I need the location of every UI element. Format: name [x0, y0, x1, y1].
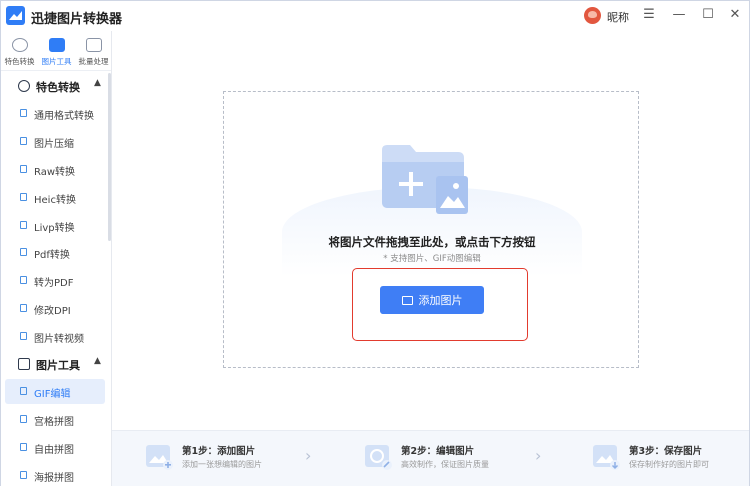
top-tabs: 特色转换 图片工具 批量处理	[1, 31, 111, 71]
tab-image-tools[interactable]: 图片工具	[38, 35, 75, 67]
sidebar-item-label: 图片转视频	[34, 334, 84, 345]
tab-label: 批量处理	[78, 57, 109, 66]
step-desc: 高效制作，保证图片质量	[401, 460, 489, 469]
chevron-right-icon: ›	[535, 446, 542, 465]
item-icon	[20, 193, 27, 201]
folder-image-icon	[382, 145, 468, 214]
step-desc: 添加一张想编辑的图片	[182, 460, 262, 469]
swap-icon	[11, 38, 28, 52]
item-icon	[20, 415, 27, 423]
sidebar-item-dpi[interactable]: 修改DPI	[5, 296, 105, 321]
sidebar-item-label: Heic转换	[34, 195, 76, 206]
item-icon	[20, 387, 27, 395]
app-title: 迅捷图片转换器	[31, 12, 123, 27]
item-icon	[20, 332, 27, 340]
minimize-button[interactable]: —	[669, 5, 689, 25]
section-label: 图片工具	[36, 359, 80, 372]
batch-icon	[85, 38, 102, 52]
sidebar-item-label: Pdf转换	[34, 250, 70, 261]
steps-bar: 第1步：添加图片 添加一张想编辑的图片 › 第2步：编辑图片 高效制作，保证图片…	[112, 430, 749, 486]
section-label: 特色转换	[36, 81, 80, 94]
sidebar-item-to-pdf[interactable]: 转为PDF	[5, 268, 105, 293]
sidebar-item-gif-edit[interactable]: GIF编辑	[5, 379, 105, 404]
sidebar-item-label: 转为PDF	[34, 278, 74, 289]
section-image-tools[interactable]: 图片工具 ▲	[1, 351, 109, 377]
app-logo-icon	[6, 6, 25, 25]
sidebar-item-pdf[interactable]: Pdf转换	[5, 240, 105, 265]
sidebar-item-label: 图片压缩	[34, 139, 74, 150]
item-icon	[20, 471, 27, 479]
sidebar-item-label: GIF编辑	[34, 389, 71, 400]
step-title: 第1步：添加图片	[182, 446, 256, 457]
image-tool-icon	[48, 38, 65, 52]
image-icon	[401, 295, 413, 305]
convert-section-icon	[18, 80, 30, 92]
title-bar: 迅捷图片转换器 昵称 ☰ — ☐ ✕	[1, 1, 749, 31]
sidebar-item-label: 修改DPI	[34, 306, 71, 317]
sidebar-item-label: Raw转换	[34, 167, 76, 178]
item-icon	[20, 137, 27, 145]
sidebar-item-free-collage[interactable]: 自由拼图	[5, 435, 105, 460]
tab-batch[interactable]: 批量处理	[75, 35, 111, 67]
tab-label: 图片工具	[41, 57, 72, 66]
file-dropzone[interactable]: 将图片文件拖拽至此处，或点击下方按钮 * 支持图片、GIF动图编辑 添加图片	[223, 91, 639, 368]
chevron-up-icon: ▲	[94, 356, 101, 366]
sidebar-item-general-format[interactable]: 通用格式转换	[5, 101, 105, 126]
section-special-convert[interactable]: 特色转换 ▲	[1, 73, 109, 99]
dropzone-title: 将图片文件拖拽至此处，或点击下方按钮	[328, 235, 536, 249]
add-image-step-icon	[146, 445, 173, 470]
save-image-step-icon	[593, 445, 620, 470]
close-button[interactable]: ✕	[725, 5, 745, 25]
sidebar-item-label: 海报拼图	[34, 473, 74, 484]
item-icon	[20, 276, 27, 284]
step-title: 第3步：保存图片	[629, 446, 703, 457]
step-desc: 保存制作好的图片即可	[629, 460, 709, 469]
app-window: 迅捷图片转换器 昵称 ☰ — ☐ ✕ 特色转换 图片工具 批量处理 特色转换 ▲…	[0, 0, 750, 486]
item-icon	[20, 443, 27, 451]
item-icon	[20, 221, 27, 229]
image-tools-section-icon	[18, 358, 30, 370]
sidebar-item-label: 自由拼图	[34, 445, 74, 456]
tab-label: 特色转换	[4, 57, 35, 66]
user-avatar[interactable]	[584, 7, 601, 24]
sidebar-item-compress[interactable]: 图片压缩	[5, 129, 105, 154]
sidebar-item-label: 宫格拼图	[34, 417, 74, 428]
tab-special-convert[interactable]: 特色转换	[1, 35, 38, 67]
sidebar-item-heic[interactable]: Heic转换	[5, 185, 105, 210]
sidebar-item-image-to-video[interactable]: 图片转视频	[5, 324, 105, 349]
item-icon	[20, 248, 27, 256]
sidebar-scrollbar[interactable]	[108, 73, 111, 241]
sidebar: 特色转换 图片工具 批量处理 特色转换 ▲ 通用格式转换 图片压缩 Raw转换 …	[1, 31, 112, 486]
item-icon	[20, 304, 27, 312]
sidebar-item-grid-collage[interactable]: 宫格拼图	[5, 407, 105, 432]
chevron-up-icon: ▲	[94, 78, 101, 88]
item-icon	[20, 109, 27, 117]
sidebar-item-livp[interactable]: Livp转换	[5, 213, 105, 238]
step-title: 第2步：编辑图片	[401, 446, 475, 457]
maximize-button[interactable]: ☐	[698, 5, 718, 25]
add-image-button[interactable]: 添加图片	[380, 286, 484, 314]
add-image-label: 添加图片	[418, 294, 463, 307]
sidebar-item-label: Livp转换	[34, 223, 75, 234]
dropzone-hint: * 支持图片、GIF动图编辑	[383, 254, 481, 264]
chevron-right-icon: ›	[305, 446, 312, 465]
user-nickname[interactable]: 昵称	[607, 9, 629, 25]
sidebar-item-poster-collage[interactable]: 海报拼图	[5, 463, 105, 486]
main-content: 将图片文件拖拽至此处，或点击下方按钮 * 支持图片、GIF动图编辑 添加图片	[112, 31, 749, 486]
menu-icon[interactable]: ☰	[639, 5, 659, 25]
sidebar-item-label: 通用格式转换	[34, 111, 94, 122]
edit-image-step-icon	[365, 445, 392, 470]
sidebar-item-raw[interactable]: Raw转换	[5, 157, 105, 182]
item-icon	[20, 165, 27, 173]
